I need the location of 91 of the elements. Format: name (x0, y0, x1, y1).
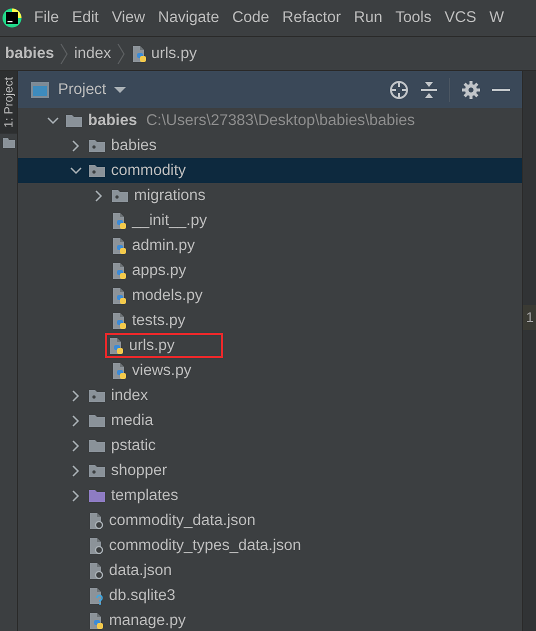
file-name: commodity_data.json (109, 512, 256, 530)
tree-row[interactable]: manage.py (18, 608, 522, 631)
tree-row[interactable]: pstatic (18, 433, 522, 458)
file-name: index (111, 386, 148, 404)
python-file-icon (111, 236, 127, 254)
tree-row[interactable]: tests.py (18, 308, 522, 333)
python-file-icon (111, 212, 127, 230)
tree-row[interactable]: babies (18, 133, 522, 158)
tree-row[interactable]: __init__.py (18, 208, 522, 233)
menu-item[interactable]: Refactor (276, 9, 348, 27)
file-name: shopper (111, 462, 168, 480)
file-name: db.sqlite3 (109, 586, 176, 604)
app-logo-icon (2, 8, 22, 28)
tree-row[interactable]: media (18, 408, 522, 433)
file-name: tests.py (132, 312, 186, 330)
tree-row[interactable]: shopper (18, 458, 522, 483)
folder-icon (65, 114, 83, 128)
file-name: babies (88, 112, 138, 130)
chevron-icon (60, 42, 68, 64)
file-name: commodity_types_data.json (109, 536, 302, 554)
file-name: urls.py (129, 336, 175, 354)
python-file-icon (111, 286, 127, 304)
package-folder-icon (88, 388, 106, 402)
file-name: migrations (134, 186, 206, 204)
file-name: manage.py (109, 612, 186, 630)
tree-row[interactable]: urls.py (18, 333, 522, 358)
breadcrumb-item[interactable]: urls.py (151, 44, 197, 62)
menu-item[interactable]: View (106, 9, 152, 27)
menu-item[interactable]: File (28, 9, 66, 27)
breadcrumb-item[interactable]: babies (5, 44, 54, 62)
menu-item[interactable]: Code (226, 9, 276, 27)
menu-item[interactable]: VCS (438, 9, 484, 27)
package-folder-icon (88, 464, 106, 478)
python-file-icon (131, 44, 148, 62)
tree-row[interactable]: babies C:\Users\27383\Desktop\babies\babies (18, 108, 522, 133)
json-file-icon (88, 536, 104, 554)
file-name: babies (111, 136, 157, 154)
python-file-icon (108, 336, 124, 354)
menu-item[interactable]: Edit (66, 9, 106, 27)
tree-row[interactable]: views.py (18, 358, 522, 383)
tool-window-tab[interactable]: 1: Project (0, 71, 17, 134)
tree-row[interactable]: index (18, 383, 522, 408)
tree-row[interactable]: apps.py (18, 258, 522, 283)
file-name: views.py (132, 362, 192, 380)
file-name: templates (111, 486, 178, 504)
file-name: data.json (109, 562, 172, 580)
json-file-icon (88, 512, 104, 530)
python-file-icon (111, 312, 127, 330)
menu-item[interactable]: Tools (389, 9, 438, 27)
tree-row[interactable]: migrations (18, 183, 522, 208)
chevron-icon (117, 42, 126, 64)
tree-row[interactable]: templates (18, 483, 522, 508)
line-number: 1 (523, 305, 536, 330)
python-file-icon (88, 612, 104, 630)
file-name: __init__.py (132, 212, 207, 230)
collapse-all-icon[interactable] (421, 80, 437, 98)
target-icon[interactable] (389, 80, 409, 100)
tree-row[interactable]: commodity_types_data.json (18, 533, 522, 558)
folder-icon (88, 438, 106, 452)
menu-item[interactable]: Run (348, 9, 390, 27)
file-name: models.py (132, 286, 203, 304)
tree-row[interactable]: commodity_data.json (18, 508, 522, 533)
package-folder-icon (88, 164, 106, 178)
file-name: admin.py (132, 236, 195, 254)
json-file-icon (88, 562, 104, 580)
tree-row[interactable]: db.sqlite3 (18, 583, 522, 608)
folder-icon (88, 414, 106, 428)
tree-row[interactable]: commodity (18, 158, 522, 183)
unknown-file-icon (88, 586, 104, 604)
settings-icon[interactable] (462, 80, 480, 98)
menu-item[interactable]: Navigate (152, 9, 226, 27)
project-path: C:\Users\27383\Desktop\babies\babies (146, 112, 415, 130)
package-folder-icon (88, 138, 106, 152)
file-name: commodity (111, 162, 186, 180)
python-file-icon (111, 262, 127, 280)
file-name: pstatic (111, 436, 156, 454)
tree-row[interactable]: data.json (18, 558, 522, 583)
menu-item[interactable]: W (483, 9, 512, 27)
dropdown-caret-icon[interactable] (114, 86, 126, 94)
file-name: apps.py (132, 262, 186, 280)
package-folder-icon (111, 188, 129, 202)
file-name: media (111, 412, 154, 430)
breadcrumb-item[interactable]: index (74, 44, 112, 62)
tree-row[interactable]: admin.py (18, 233, 522, 258)
python-file-icon (111, 362, 127, 380)
window-icon (30, 80, 50, 98)
tree-row[interactable]: models.py (18, 283, 522, 308)
minimize-icon[interactable] (492, 88, 510, 92)
panel-title: Project (58, 80, 106, 98)
folder-icon[interactable] (2, 138, 14, 148)
folder-icon (88, 488, 106, 502)
